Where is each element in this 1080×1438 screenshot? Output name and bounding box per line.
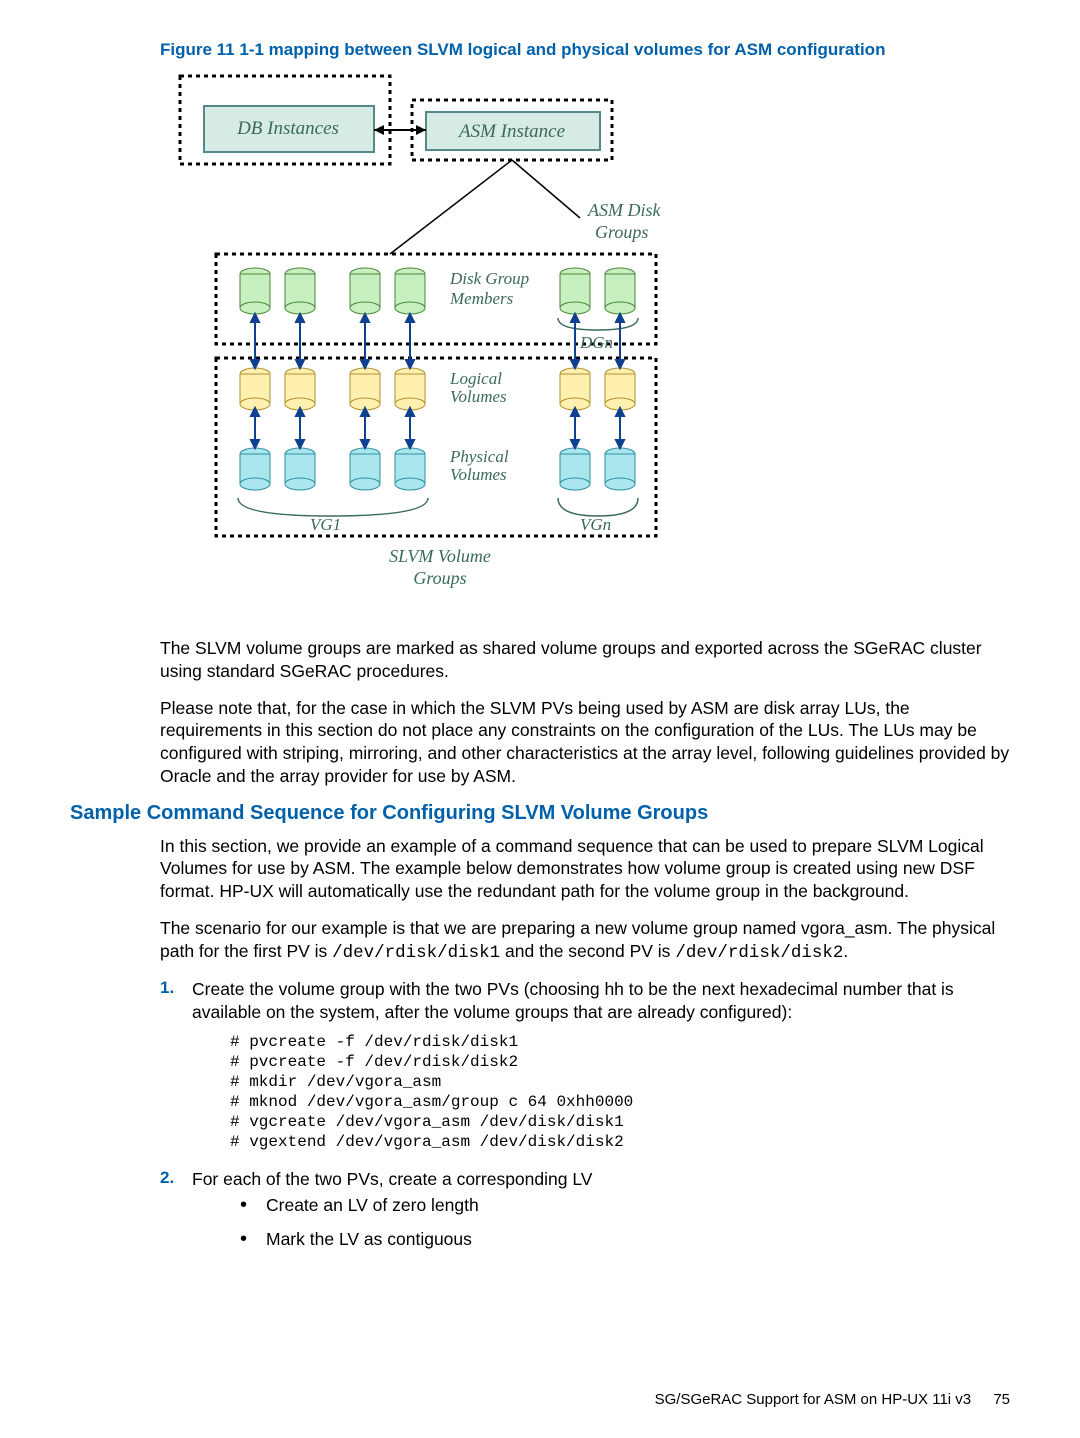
svg-text:VGn: VGn	[580, 515, 611, 534]
step-1-code: # pvcreate -f /dev/rdisk/disk1 # pvcreat…	[230, 1032, 1010, 1152]
step-1-text: Create the volume group with the two PVs…	[192, 978, 1010, 1024]
paragraph-4: The scenario for our example is that we …	[160, 917, 1010, 965]
asm-diskgroups-label1: ASM Disk	[587, 200, 661, 220]
lv-cylinders	[240, 368, 635, 410]
db-instances-label: DB Instances	[236, 118, 339, 139]
step-1: 1. Create the volume group with the two …	[160, 978, 1010, 1162]
svg-text:Physical: Physical	[449, 447, 509, 466]
paragraph-1: The SLVM volume groups are marked as sha…	[160, 637, 1010, 683]
paragraph-2: Please note that, for the case in which …	[160, 697, 1010, 788]
page-footer: SG/SGeRAC Support for ASM on HP-UX 11i v…	[655, 1391, 1010, 1408]
asm-instance-label: ASM Instance	[457, 121, 565, 142]
para4-e: .	[843, 941, 848, 961]
paragraph-3: In this section, we provide an example o…	[160, 835, 1010, 903]
svg-text:Logical: Logical	[449, 369, 502, 388]
step-2: 2. For each of the two PVs, create a cor…	[160, 1168, 1010, 1259]
svg-text:SLVM Volume: SLVM Volume	[389, 546, 491, 566]
svg-text:Volumes: Volumes	[450, 387, 507, 406]
figure-diagram: DB Instances ASM Instance ASM Disk Group…	[160, 68, 1010, 613]
para4-c: and the second PV is	[500, 941, 675, 961]
svg-text:VG1: VG1	[310, 515, 341, 534]
footer-text: SG/SGeRAC Support for ASM on HP-UX 11i v…	[655, 1391, 972, 1408]
figure-caption: Figure 11 1-1 mapping between SLVM logic…	[160, 40, 1010, 60]
svg-text:Members: Members	[449, 289, 514, 308]
step-2-bullet-2: Mark the LV as contiguous	[232, 1225, 1010, 1253]
svg-text:DGn: DGn	[579, 333, 613, 352]
footer-page-number: 75	[993, 1391, 1010, 1408]
disk-group-cylinders	[240, 268, 635, 314]
asm-diskgroups-label2: Groups	[595, 222, 648, 242]
step-2-number: 2.	[160, 1168, 192, 1259]
para4-path1: /dev/rdisk/disk1	[332, 943, 500, 963]
svg-text:Disk Group: Disk Group	[449, 269, 529, 288]
step-2-text: For each of the two PVs, create a corres…	[192, 1168, 1010, 1191]
para4-path2: /dev/rdisk/disk2	[675, 943, 843, 963]
svg-text:Groups: Groups	[413, 568, 466, 588]
pv-cylinders	[240, 448, 635, 490]
step-1-number: 1.	[160, 978, 192, 1162]
step-2-bullet-1: Create an LV of zero length	[232, 1191, 1010, 1219]
section-heading: Sample Command Sequence for Configuring …	[70, 802, 1010, 825]
svg-text:Volumes: Volumes	[450, 465, 507, 484]
